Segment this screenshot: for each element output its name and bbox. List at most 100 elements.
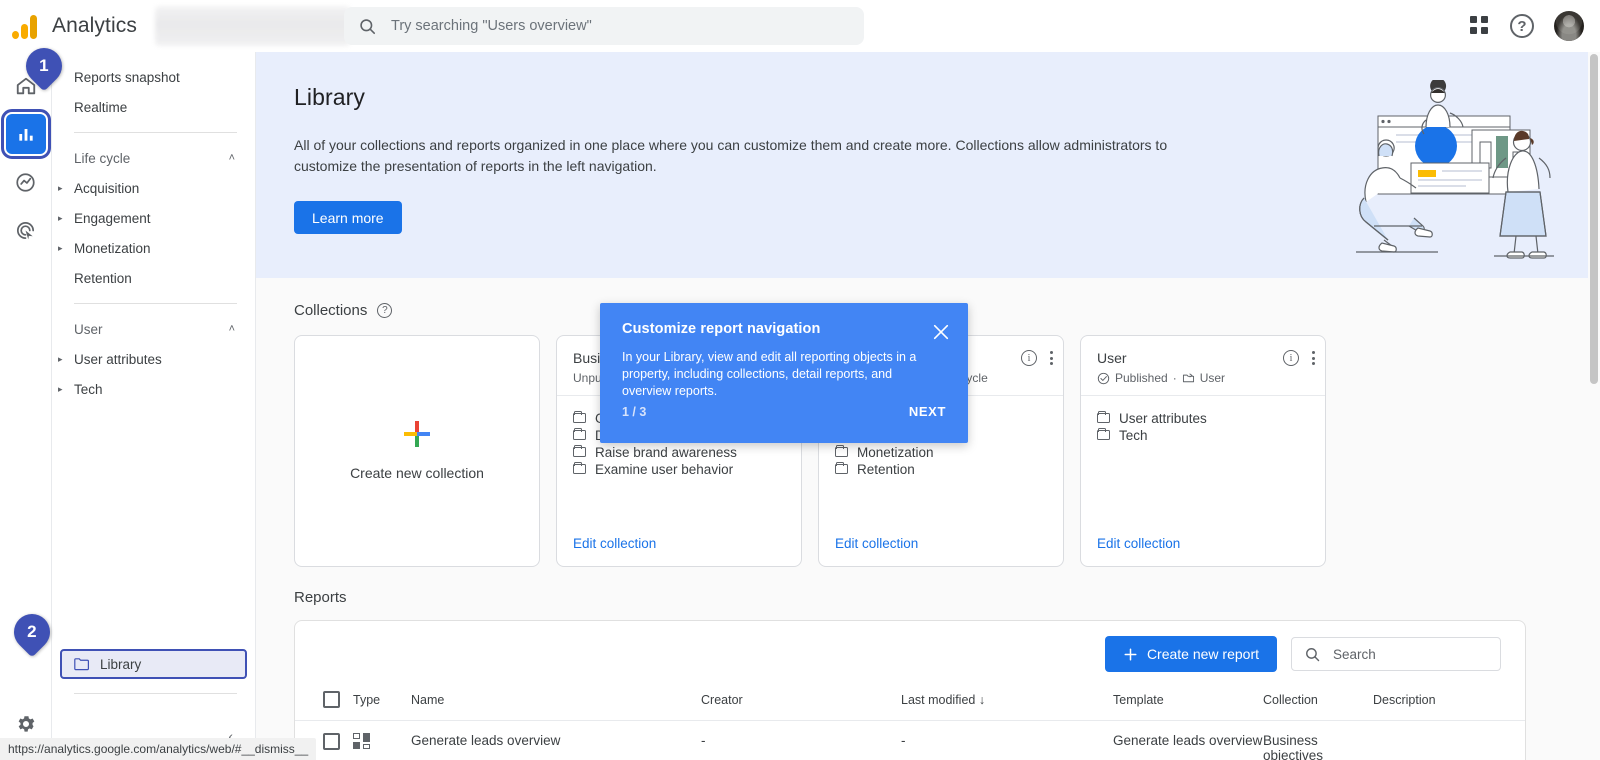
nav-item-realtime[interactable]: Realtime [52,92,255,122]
help-icon[interactable]: ? [377,303,393,318]
explore-compass-icon [16,172,35,192]
nav-item-acquisition[interactable]: ▸ Acquisition [52,173,255,203]
list-item[interactable]: Tech [1097,427,1325,443]
nav-label: User attributes [74,351,162,367]
column-header-last-modified-label: Last modified [901,692,976,707]
column-header-template[interactable]: Template [1113,687,1263,721]
sidebar-item-library[interactable]: Library [60,649,247,679]
edit-collection-link[interactable]: Edit collection [1097,536,1180,551]
library-hero: Library All of your collections and repo… [256,52,1600,278]
nav-divider [74,303,237,304]
reports-search-input[interactable]: Search [1291,637,1501,671]
list-item[interactable]: User attributes [1097,410,1325,426]
report-navigation-panel: Reports snapshot Realtime Life cycle ˄ ▸… [52,52,256,760]
column-header-description[interactable]: Description [1373,687,1525,721]
create-new-report-button[interactable]: Create new report [1104,636,1277,672]
table-row[interactable]: Generate leads overview - - Generate lea… [295,721,1525,760]
rail-item-admin-settings[interactable] [8,706,44,742]
nav-divider [74,132,237,133]
folder-icon [573,427,586,440]
row-template-cell: Generate leads overview [1113,733,1263,748]
list-item[interactable]: Raise brand awareness [573,444,801,460]
nav-section-label: User [74,321,103,337]
list-item[interactable]: Monetization [835,444,1063,460]
row-description-cell [1373,721,1525,760]
reports-search-placeholder: Search [1333,646,1376,662]
brand-name: Analytics [52,13,137,37]
nav-item-tech[interactable]: ▸ Tech [52,374,255,404]
nav-item-monetization[interactable]: ▸ Monetization [52,233,255,263]
icon-rail [0,52,52,760]
sidebar-item-label: Library [100,656,142,672]
status-bar-url: https://analytics.google.com/analytics/w… [8,742,309,756]
rail-item-reports[interactable] [0,109,51,159]
list-item-label: Tech [1119,427,1148,443]
row-name-cell: Generate leads overview [411,733,561,748]
column-header-collection[interactable]: Collection [1263,687,1373,721]
coachmark-dialog: Customize report navigation In your Libr… [600,303,968,443]
column-header-name[interactable]: Name [411,687,701,721]
select-all-checkbox[interactable] [323,691,340,708]
list-item[interactable]: Examine user behavior [573,461,801,477]
folder-icon [573,444,586,457]
nav-item-engagement[interactable]: ▸ Engagement [52,203,255,233]
nav-section-user[interactable]: User ˄ [52,314,255,344]
global-search-input[interactable]: Try searching "Users overview" [344,7,864,45]
column-header-type[interactable]: Type [353,687,411,721]
more-options-icon[interactable] [1311,351,1315,365]
coachmark-next-button[interactable]: NEXT [909,404,946,419]
info-icon[interactable]: i [1283,350,1299,366]
list-item[interactable]: Retention [835,461,1063,477]
edit-collection-row: Edit collection [819,535,1063,566]
avatar[interactable] [1554,11,1584,41]
nav-item-retention[interactable]: Retention [52,263,255,293]
vertical-scrollbar[interactable] [1588,52,1600,760]
row-last-modified-cell: - [901,733,906,748]
nav-label: Realtime [74,99,128,115]
collection-status: Published · User [1097,371,1311,385]
library-illustration [1356,80,1554,259]
scrollbar-thumb[interactable] [1590,54,1598,384]
edit-collection-link[interactable]: Edit collection [573,536,656,551]
folder-icon [573,410,586,423]
nav-label: Retention [74,270,132,286]
column-header-last-modified[interactable]: Last modified ↓ [901,687,1113,721]
more-options-icon[interactable] [1049,351,1053,365]
rail-item-explore[interactable] [6,162,46,202]
close-icon[interactable] [932,323,950,341]
learn-more-button[interactable]: Learn more [294,201,402,234]
edit-collection-row: Edit collection [1081,535,1325,566]
analytics-app: Analytics ···· Try searching "Users over… [0,0,1600,760]
edit-collection-row: Edit collection [557,535,801,566]
search-icon [1306,647,1320,661]
coachmark-footer: 1 / 3 NEXT [622,404,946,419]
collection-card-actions: i [1021,350,1053,366]
list-item-label: User attributes [1119,410,1207,426]
nav-label: Reports snapshot [74,69,180,85]
browser-status-bar: https://analytics.google.com/analytics/w… [0,738,317,760]
folder-icon [1097,427,1110,440]
apps-grid-icon[interactable] [1470,16,1490,36]
property-selector[interactable] [154,5,350,46]
global-search-placeholder: Try searching "Users overview" [391,18,592,34]
nav-label: Engagement [74,210,151,226]
coachmark-step-counter: 1 / 3 [622,404,647,419]
coachmark-title: Customize report navigation [622,321,821,337]
create-new-report-label: Create new report [1146,646,1259,662]
create-new-collection-card[interactable]: Create new collection [294,335,540,567]
annotation-marker-1-label: 1 [39,56,49,75]
nav-section-life-cycle[interactable]: Life cycle ˄ [52,143,255,173]
nav-section-label: Life cycle [74,150,131,166]
nav-label: Monetization [74,240,151,256]
help-icon[interactable]: ? [1510,14,1534,38]
column-header-creator[interactable]: Creator [701,687,901,721]
nav-item-reports-snapshot[interactable]: Reports snapshot [52,62,255,92]
row-checkbox[interactable] [323,733,340,750]
edit-collection-link[interactable]: Edit collection [835,536,918,551]
rail-item-advertising[interactable] [6,210,46,250]
collection-status-label: Published [1115,371,1168,385]
info-icon[interactable]: i [1021,350,1037,366]
nav-item-user-attributes[interactable]: ▸ User attributes [52,344,255,374]
chevron-right-icon: ▸ [58,353,63,364]
advertising-target-icon [17,221,35,239]
